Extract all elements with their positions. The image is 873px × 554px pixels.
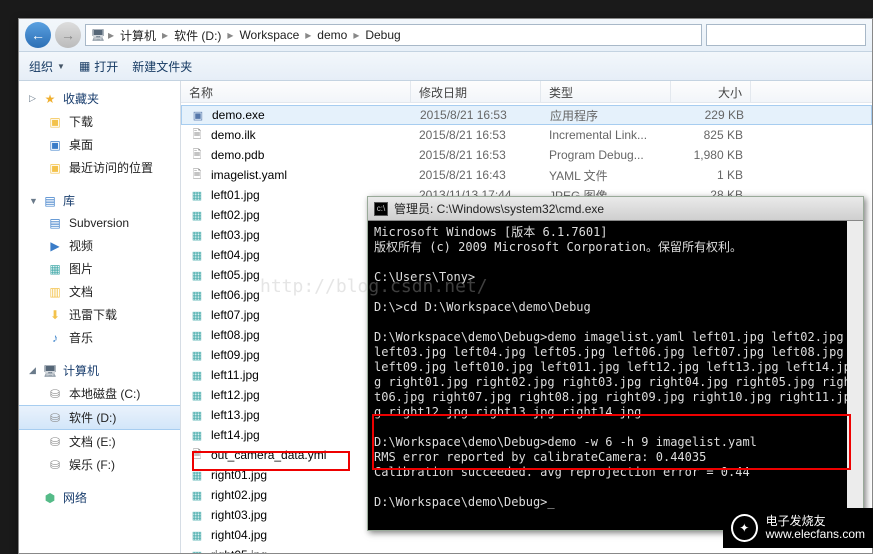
file-row[interactable]: ▣demo.exe 2015/8/21 16:53 应用程序 229 KB (181, 105, 872, 125)
sidebar-item[interactable]: ⛁本地磁盘 (C:) (19, 382, 180, 405)
sidebar-item[interactable]: ▣桌面 (19, 133, 180, 156)
sidebar-network[interactable]: ⬢网络 (19, 486, 180, 509)
organize-menu[interactable]: 组织 ▼ (29, 58, 65, 75)
breadcrumb-item[interactable]: demo (313, 26, 351, 44)
sidebar-item[interactable]: ▥文档 (19, 280, 180, 303)
breadcrumb-item[interactable]: Workspace (235, 26, 303, 44)
search-input[interactable] (706, 24, 866, 46)
cmd-icon: c:\ (374, 202, 388, 216)
file-row[interactable]: 🗎demo.ilk 2015/8/21 16:53 Incremental Li… (181, 125, 872, 145)
cmd-output[interactable]: Microsoft Windows [版本 6.1.7601] 版权所有 (c)… (368, 221, 863, 530)
sidebar-item[interactable]: ⬇迅雷下载 (19, 303, 180, 326)
sidebar-computer[interactable]: ◢🖥计算机 (19, 359, 180, 382)
site-logo: ✦ 电子发烧友www.elecfans.com (723, 508, 873, 548)
breadcrumb[interactable]: 🖥▸计算机▸软件 (D:)▸Workspace▸demo▸Debug (85, 24, 702, 46)
sidebar-item[interactable]: ▣下载 (19, 110, 180, 133)
col-name[interactable]: 名称 (181, 81, 411, 102)
sidebar-item[interactable]: ▦图片 (19, 257, 180, 280)
cmd-scrollbar[interactable] (847, 221, 863, 530)
sidebar-libraries[interactable]: ▼▤库 (19, 189, 180, 212)
file-row[interactable]: 🗎imagelist.yaml 2015/8/21 16:43 YAML 文件 … (181, 165, 872, 185)
sidebar-favorites[interactable]: ▷★收藏夹 (19, 87, 180, 110)
column-headers[interactable]: 名称 修改日期 类型 大小 (181, 81, 872, 103)
breadcrumb-item[interactable]: 软件 (D:) (170, 25, 225, 46)
cmd-title-text: 管理员: C:\Windows\system32\cmd.exe (394, 200, 604, 217)
cmd-titlebar[interactable]: c:\ 管理员: C:\Windows\system32\cmd.exe (368, 197, 863, 221)
sidebar-item[interactable]: ♪音乐 (19, 326, 180, 349)
sidebar-item[interactable]: ⛁娱乐 (F:) (19, 453, 180, 476)
col-type[interactable]: 类型 (541, 81, 671, 102)
new-folder-button[interactable]: 新建文件夹 (132, 58, 192, 75)
file-row[interactable]: 🗎demo.pdb 2015/8/21 16:53 Program Debug.… (181, 145, 872, 165)
command-bar: 组织 ▼ ▦ 打开 新建文件夹 (19, 51, 872, 81)
nav-forward-button[interactable]: → (55, 22, 81, 48)
logo-icon: ✦ (731, 514, 758, 542)
sidebar-item[interactable]: ▶视频 (19, 234, 180, 257)
sidebar-item[interactable]: ⛁文档 (E:) (19, 430, 180, 453)
sidebar-item[interactable]: ▤Subversion (19, 212, 180, 234)
col-date[interactable]: 修改日期 (411, 81, 541, 102)
navigation-sidebar: ▷★收藏夹 ▣下载▣桌面▣最近访问的位置 ▼▤库 ▤Subversion▶视频▦… (19, 81, 181, 553)
open-button[interactable]: ▦ 打开 (79, 58, 118, 75)
cmd-window: c:\ 管理员: C:\Windows\system32\cmd.exe Mic… (367, 196, 864, 531)
breadcrumb-item[interactable]: 计算机 (116, 25, 160, 46)
sidebar-item[interactable]: ▣最近访问的位置 (19, 156, 180, 179)
nav-back-button[interactable]: ← (25, 22, 51, 48)
col-size[interactable]: 大小 (671, 81, 751, 102)
address-bar: ← → 🖥▸计算机▸软件 (D:)▸Workspace▸demo▸Debug (19, 19, 872, 51)
breadcrumb-item[interactable]: Debug (361, 26, 404, 44)
sidebar-item[interactable]: ⛁软件 (D:) (19, 405, 180, 430)
